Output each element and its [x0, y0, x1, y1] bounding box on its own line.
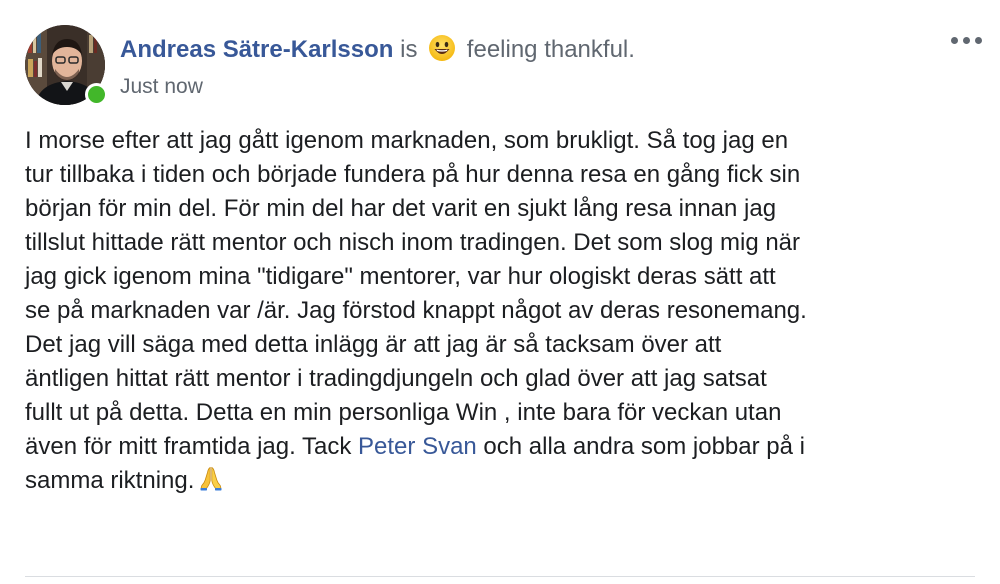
post-timestamp[interactable]: Just now [120, 72, 203, 102]
post-header: Andreas Sätre-Karlsson is feeling thankf… [120, 33, 635, 67]
post-body-text: även för mitt framtida jag. Tack [25, 433, 359, 460]
online-status-indicator [85, 83, 108, 106]
post-divider [25, 576, 975, 577]
post-body-line: tillslut hittade rätt mentor och nisch i… [25, 229, 801, 256]
smiling-face-icon [429, 35, 456, 61]
post-body-line: fullt ut på detta. Detta en min personli… [25, 399, 782, 426]
post-body-line: samma riktning. [25, 464, 985, 498]
activity-text: feeling thankful. [466, 36, 635, 63]
more-dot-icon [962, 36, 970, 44]
post-body-text: samma riktning. [25, 467, 195, 494]
post-body-line: I morse efter att jag gått igenom markna… [25, 127, 789, 154]
post-body: I morse efter att jag gått igenom markna… [25, 124, 985, 498]
post-body-line: se på marknaden var /är. Jag förstod kna… [25, 297, 807, 324]
post-body-line: jag gick igenom mina "tidigare" mentorer… [25, 263, 776, 290]
author-name-link[interactable]: Andreas Sätre-Karlsson [120, 36, 393, 63]
more-dot-icon [974, 36, 982, 44]
post-body-text: och alla andra som jobbar på i [476, 433, 805, 460]
post-body-line: början för min del. För min del har det … [25, 195, 777, 222]
post-body-line: Det jag vill säga med detta inlägg är at… [25, 331, 722, 358]
post-body-line: även för mitt framtida jag. Tack Peter S… [25, 430, 985, 464]
more-options-button[interactable] [944, 26, 988, 54]
post-body-line: tur tillbaka i tiden och började fundera… [25, 161, 801, 188]
folded-hands-icon [200, 466, 222, 491]
activity-prefix: is [400, 36, 418, 63]
mention-link[interactable]: Peter Svan [358, 433, 477, 460]
facebook-post: Andreas Sätre-Karlsson is feeling thankf… [0, 0, 1000, 584]
post-body-line: äntligen hittat rätt mentor i tradingdju… [25, 365, 767, 392]
more-dot-icon [950, 36, 958, 44]
